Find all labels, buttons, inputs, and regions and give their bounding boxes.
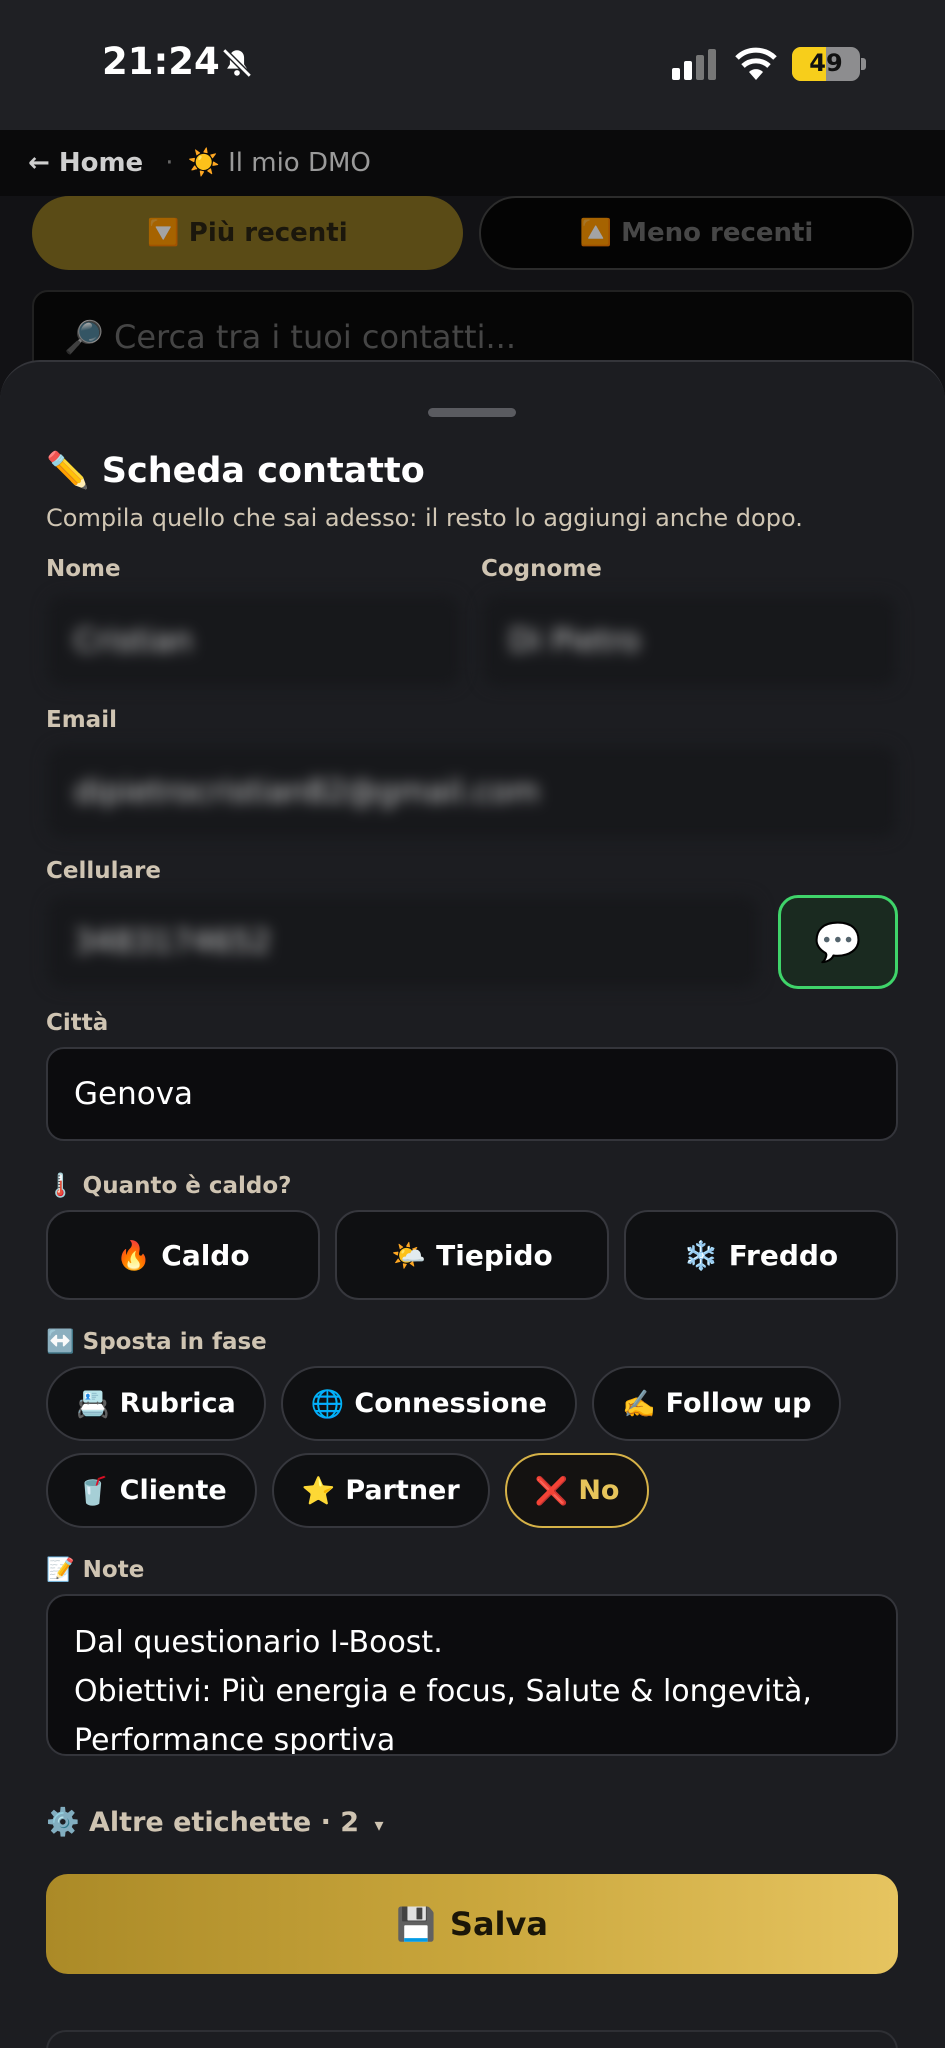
temperature-label: 🌡️ Quanto è caldo? [46, 1173, 292, 1199]
stage-followup-button[interactable]: ✍️ Follow up [592, 1366, 842, 1441]
sheet-title: ✏️ Scheda contatto [46, 451, 425, 491]
last-name-field[interactable]: Di Pietro [481, 594, 898, 688]
temperature-options: 🔥 Caldo 🌤️ Tiepido ❄️ Freddo [46, 1210, 898, 1300]
sun-cloud-icon: 🌤️ [391, 1238, 427, 1272]
sheet-drag-handle[interactable] [428, 408, 516, 417]
first-name-label: Nome [46, 556, 121, 582]
temperature-hot-button[interactable]: 🔥 Caldo [46, 1210, 320, 1300]
status-bar: 21:24 49 [0, 0, 945, 130]
nav-bar: ← Home · ☀️ Il mio DMO [0, 130, 945, 196]
stage-options-row-1: 📇 Rubrica 🌐 Connessione ✍️ Follow up [46, 1366, 842, 1441]
notes-label: 📝 Note [46, 1557, 145, 1583]
more-tags-toggle[interactable]: ⚙️ Altre etichette · 2 ▾ [46, 1806, 384, 1838]
globe-icon: 🌐 [310, 1388, 345, 1420]
save-label: Salva [449, 1905, 548, 1943]
fire-icon: 🔥 [116, 1238, 152, 1272]
bell-muted-icon [222, 48, 252, 78]
floppy-disk-icon: 💾 [396, 1905, 436, 1943]
city-field[interactable]: Genova [46, 1047, 898, 1141]
stage-partner-button[interactable]: ⭐ Partner [271, 1453, 490, 1528]
snowflake-icon: ❄️ [683, 1238, 719, 1272]
temperature-cold-button[interactable]: ❄️ Freddo [624, 1210, 898, 1300]
stage-no-button[interactable]: ❌ No [504, 1453, 650, 1528]
chat-bubble-icon: 💬 [814, 919, 862, 964]
card-index-icon: 📇 [76, 1388, 110, 1420]
stage-cliente-button[interactable]: 🥤 Cliente [46, 1453, 257, 1528]
notes-textarea[interactable]: Dal questionario I-Boost. Obiettivi: Più… [46, 1594, 898, 1756]
sheet-subtitle: Compila quello che sai adesso: il resto … [46, 504, 803, 532]
breadcrumb-separator: · [165, 148, 174, 178]
stage-label: ↔️ Sposta in fase [46, 1329, 267, 1355]
battery-icon: 49 [792, 47, 860, 81]
chevron-down-icon: ▾ [374, 1815, 384, 1836]
stage-connessione-button[interactable]: 🌐 Connessione [280, 1366, 577, 1441]
wifi-icon [735, 47, 777, 80]
more-tags-label: ⚙️ Altre etichette · 2 [46, 1807, 360, 1838]
cup-icon: 🥤 [76, 1475, 110, 1507]
writing-hand-icon: ✍️ [622, 1388, 656, 1420]
mobile-label: Cellulare [46, 858, 161, 884]
stage-rubrica-button[interactable]: 📇 Rubrica [46, 1366, 266, 1441]
cellular-signal-icon [672, 49, 716, 80]
save-button[interactable]: 💾 Salva [46, 1874, 898, 1974]
send-message-button[interactable]: 💬 [778, 895, 898, 989]
notes-line: Dal questionario I-Boost. [74, 1625, 443, 1660]
last-name-label: Cognome [481, 556, 602, 582]
home-link[interactable]: ← Home [28, 148, 143, 178]
status-time: 21:24 [102, 40, 220, 83]
mobile-field[interactable]: 3483174652 [46, 895, 760, 989]
cross-mark-icon: ❌ [534, 1475, 569, 1507]
battery-level: 49 [809, 49, 843, 77]
email-label: Email [46, 707, 117, 733]
notes-line: Performance sportiva [74, 1723, 396, 1756]
notes-line: Obiettivi: Più energia e focus, Salute &… [74, 1674, 812, 1709]
city-label: Città [46, 1010, 109, 1036]
next-card-edge [46, 2030, 898, 2048]
first-name-field[interactable]: Cristian [46, 594, 462, 688]
stage-options-row-2: 🥤 Cliente ⭐ Partner ❌ No [46, 1453, 650, 1528]
temperature-warm-button[interactable]: 🌤️ Tiepido [335, 1210, 609, 1300]
star-icon: ⭐ [301, 1475, 336, 1507]
email-field[interactable]: dipietrocristian82@gmail.com [46, 745, 898, 839]
contact-sheet: ✏️ Scheda contatto Compila quello che sa… [0, 360, 945, 2048]
breadcrumb-current: ☀️ Il mio DMO [187, 148, 371, 178]
